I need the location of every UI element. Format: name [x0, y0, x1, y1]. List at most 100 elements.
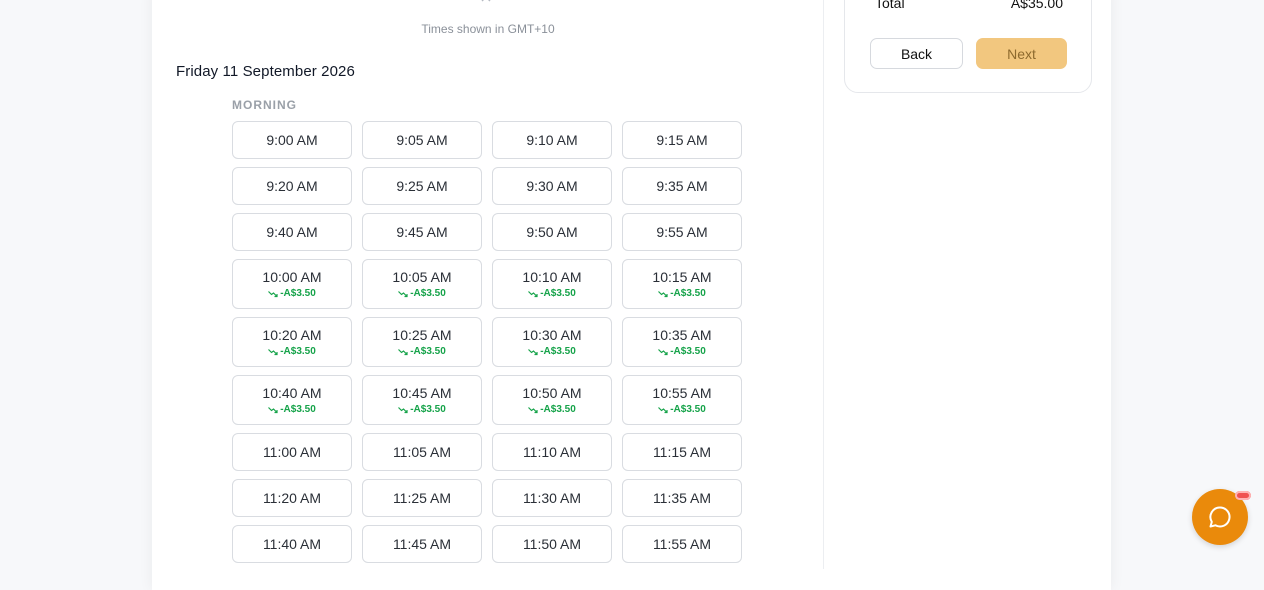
- time-slot-discount-amount: -A$3.50: [280, 345, 316, 357]
- time-slot[interactable]: 9:30 AM: [492, 167, 612, 205]
- time-slot-discount-amount: -A$3.50: [540, 345, 576, 357]
- time-slot[interactable]: 10:20 AM -A$3.50: [232, 317, 352, 367]
- time-slot-label: 9:25 AM: [396, 178, 448, 194]
- time-slot[interactable]: 10:45 AM -A$3.50: [362, 375, 482, 425]
- time-slot-discount: -A$3.50: [658, 346, 706, 358]
- time-slot-discount-amount: -A$3.50: [280, 287, 316, 299]
- time-slot[interactable]: 10:25 AM -A$3.50: [362, 317, 482, 367]
- time-slot-label: 9:55 AM: [656, 224, 708, 240]
- time-slot[interactable]: 9:55 AM: [622, 213, 742, 251]
- time-slot[interactable]: 9:25 AM: [362, 167, 482, 205]
- time-slot-label: 11:35 AM: [652, 490, 712, 506]
- time-slot-discount-amount: -A$3.50: [670, 403, 706, 415]
- trending-down-icon: [268, 406, 278, 413]
- total-label: Total: [875, 0, 905, 11]
- time-slot-discount-amount: -A$3.50: [540, 287, 576, 299]
- time-slot[interactable]: 11:20 AM: [232, 479, 352, 517]
- time-slot-discount-amount: -A$3.50: [410, 345, 446, 357]
- time-slot-label: 9:35 AM: [656, 178, 708, 194]
- notification-badge: [1235, 491, 1251, 500]
- time-slot-discount-amount: -A$3.50: [410, 287, 446, 299]
- time-slot-label: 9:15 AM: [656, 132, 708, 148]
- time-slot[interactable]: 11:10 AM: [492, 433, 612, 471]
- time-slot-discount: -A$3.50: [398, 288, 446, 300]
- section-label-morning: MORNING: [232, 98, 297, 112]
- time-slot-label: 10:45 AM: [392, 384, 452, 401]
- time-slot[interactable]: 11:00 AM: [232, 433, 352, 471]
- time-slot-discount: -A$3.50: [658, 404, 706, 416]
- time-slot-label: 10:55 AM: [652, 384, 712, 401]
- time-slot[interactable]: 9:15 AM: [622, 121, 742, 159]
- time-slot[interactable]: 10:05 AM -A$3.50: [362, 259, 482, 309]
- time-slot-label: 9:30 AM: [526, 178, 578, 194]
- time-slot[interactable]: 10:50 AM -A$3.50: [492, 375, 612, 425]
- time-slot-discount: -A$3.50: [268, 404, 316, 416]
- time-slot[interactable]: 9:10 AM: [492, 121, 612, 159]
- trending-down-icon: [658, 406, 668, 413]
- time-slot-label: 11:00 AM: [262, 444, 322, 460]
- time-slot-label: 10:05 AM: [392, 268, 452, 285]
- time-slot[interactable]: 11:45 AM: [362, 525, 482, 563]
- chat-bubble-icon: [1209, 506, 1231, 528]
- time-slot[interactable]: 11:05 AM: [362, 433, 482, 471]
- time-slot[interactable]: 11:30 AM: [492, 479, 612, 517]
- time-slot-label: 10:50 AM: [522, 384, 582, 401]
- time-slot[interactable]: 10:30 AM -A$3.50: [492, 317, 612, 367]
- time-slot[interactable]: 9:00 AM: [232, 121, 352, 159]
- trending-down-icon: [528, 290, 538, 297]
- time-slot-label: 10:10 AM: [522, 268, 582, 285]
- time-slot-label: 11:45 AM: [392, 536, 452, 552]
- time-slot[interactable]: 11:15 AM: [622, 433, 742, 471]
- time-slot[interactable]: 11:50 AM: [492, 525, 612, 563]
- time-slot[interactable]: 10:10 AM -A$3.50: [492, 259, 612, 309]
- time-slot[interactable]: 9:20 AM: [232, 167, 352, 205]
- time-slot[interactable]: 10:15 AM -A$3.50: [622, 259, 742, 309]
- time-slot-label: 9:40 AM: [266, 224, 318, 240]
- time-slot-label: 11:15 AM: [652, 444, 712, 460]
- timezone-note: Times shown in GMT+10: [421, 22, 555, 36]
- trending-down-icon: [658, 290, 668, 297]
- time-slot[interactable]: 10:00 AM -A$3.50: [232, 259, 352, 309]
- time-slot[interactable]: 9:40 AM: [232, 213, 352, 251]
- time-slot-discount: -A$3.50: [528, 404, 576, 416]
- time-slot-discount-amount: -A$3.50: [280, 403, 316, 415]
- back-button[interactable]: Back: [870, 38, 963, 69]
- time-slot-label: 10:00 AM: [262, 268, 322, 285]
- time-slot-label: 9:05 AM: [396, 132, 448, 148]
- time-slot[interactable]: 11:35 AM: [622, 479, 742, 517]
- date-heading: Friday 11 September 2026: [176, 63, 355, 80]
- time-slot-label: 11:55 AM: [652, 536, 712, 552]
- time-slot[interactable]: 11:55 AM: [622, 525, 742, 563]
- time-slot[interactable]: 11:25 AM: [362, 479, 482, 517]
- order-summary: Total A$35.00 Back Next: [844, 0, 1092, 93]
- trending-down-icon: [398, 406, 408, 413]
- time-slot-discount-amount: -A$3.50: [670, 345, 706, 357]
- time-slot-discount: -A$3.50: [398, 346, 446, 358]
- time-slot[interactable]: 10:40 AM -A$3.50: [232, 375, 352, 425]
- time-slot-discount-amount: -A$3.50: [540, 403, 576, 415]
- time-slot[interactable]: 10:55 AM -A$3.50: [622, 375, 742, 425]
- time-slot-label: 11:30 AM: [522, 490, 582, 506]
- time-slot[interactable]: 10:35 AM -A$3.50: [622, 317, 742, 367]
- time-slot-label: 11:20 AM: [262, 490, 322, 506]
- time-slot-label: 9:45 AM: [396, 224, 448, 240]
- time-slot-label: 9:50 AM: [526, 224, 578, 240]
- time-slot-discount: -A$3.50: [528, 346, 576, 358]
- time-slot[interactable]: 9:35 AM: [622, 167, 742, 205]
- time-slot[interactable]: 9:45 AM: [362, 213, 482, 251]
- time-slot-label: 11:05 AM: [392, 444, 452, 460]
- time-slot-label: 10:35 AM: [652, 326, 712, 343]
- column-divider: [823, 0, 824, 569]
- chevron-up-icon[interactable]: [481, 0, 491, 4]
- next-button[interactable]: Next: [976, 38, 1067, 69]
- time-slot-label: 11:10 AM: [522, 444, 582, 460]
- time-slot-label: 10:40 AM: [262, 384, 322, 401]
- time-slot[interactable]: 9:50 AM: [492, 213, 612, 251]
- time-slot[interactable]: 11:40 AM: [232, 525, 352, 563]
- time-slot-label: 10:30 AM: [522, 326, 582, 343]
- trending-down-icon: [528, 406, 538, 413]
- time-slot-label: 11:40 AM: [262, 536, 322, 552]
- trending-down-icon: [268, 348, 278, 355]
- time-slot[interactable]: 9:05 AM: [362, 121, 482, 159]
- trending-down-icon: [398, 290, 408, 297]
